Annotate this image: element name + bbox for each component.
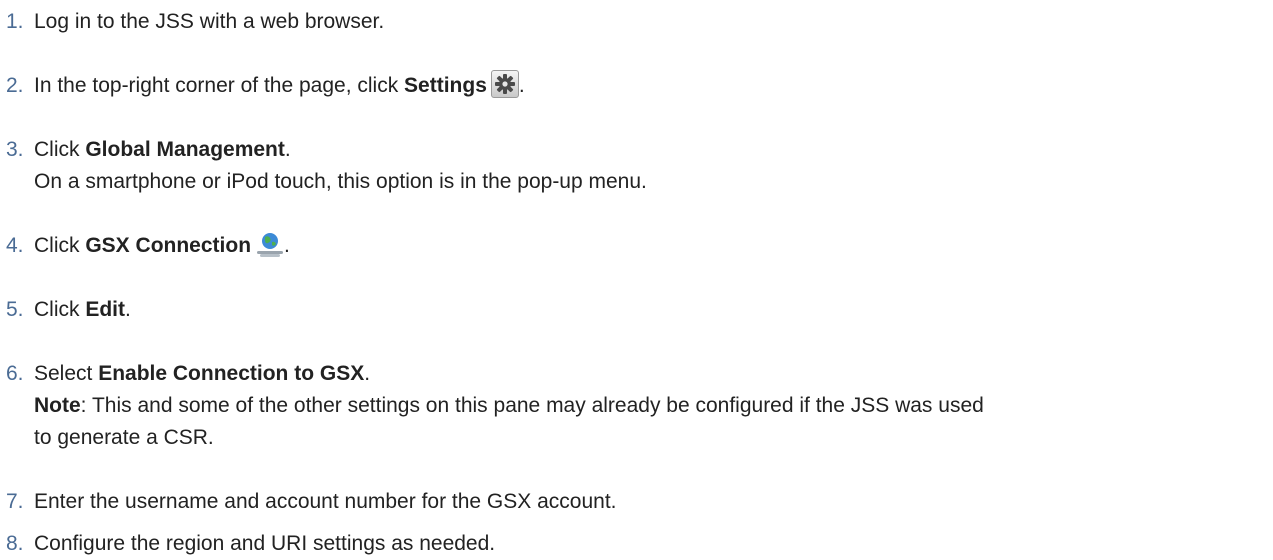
settings-label: Settings <box>404 74 487 97</box>
step-punct: . <box>125 298 131 321</box>
edit-label: Edit <box>85 298 126 321</box>
step-number: 4. <box>6 234 24 257</box>
step-text: Select <box>34 362 99 385</box>
step-number: 2. <box>6 74 24 97</box>
step-number: 8. <box>6 532 24 555</box>
step-punct: . <box>284 234 290 257</box>
step-number: 6. <box>6 362 24 385</box>
step-text: In the top-right corner of the page, cli… <box>34 74 405 97</box>
step-number: 3. <box>6 138 24 161</box>
step-note-continued: to generate a CSR. <box>34 426 214 449</box>
step-1: 1. Log in to the JSS with a web browser. <box>6 6 1266 38</box>
step-number: 1. <box>6 10 24 33</box>
step-3: 3. Click Global Management. On a smartpho… <box>6 134 1266 198</box>
step-4: 4. Click GSX Connection. <box>6 230 1266 262</box>
step-note: Note: This and some of the other setting… <box>6 390 1266 422</box>
step-text: Enter the username and account number fo… <box>34 490 617 513</box>
step-text: Log in to the JSS with a web browser. <box>34 10 385 33</box>
step-text: Click <box>34 138 86 161</box>
note-text: : This and some of the other settings on… <box>80 394 984 417</box>
gsx-connection-label: GSX Connection <box>85 234 252 257</box>
step-number: 5. <box>6 298 24 321</box>
step-text: Configure the region and URI settings as… <box>34 532 496 555</box>
step-text: Click <box>34 298 86 321</box>
globe-wrench-icon <box>256 232 284 258</box>
step-7: 7. Enter the username and account number … <box>6 486 1266 518</box>
step-subtext: On a smartphone or iPod touch, this opti… <box>34 170 647 193</box>
note-label: Note <box>34 394 81 417</box>
step-punct: . <box>518 74 525 97</box>
step-number: 7. <box>6 490 24 513</box>
step-text: Click <box>34 234 86 257</box>
step-8: 8. Configure the region and URI settings … <box>6 528 1266 560</box>
gear-icon <box>490 70 519 98</box>
step-2: 2. In the top-right corner of the page, c… <box>6 70 1266 102</box>
step-5: 5. Click Edit. <box>6 294 1266 326</box>
step-punct: . <box>284 138 291 161</box>
step-punct: . <box>364 362 371 385</box>
step-6: 6. Select Enable Connection to GSX. Note:… <box>6 358 1266 454</box>
global-management-label: Global Management <box>85 138 285 161</box>
enable-connection-label: Enable Connection to GSX <box>98 362 365 385</box>
